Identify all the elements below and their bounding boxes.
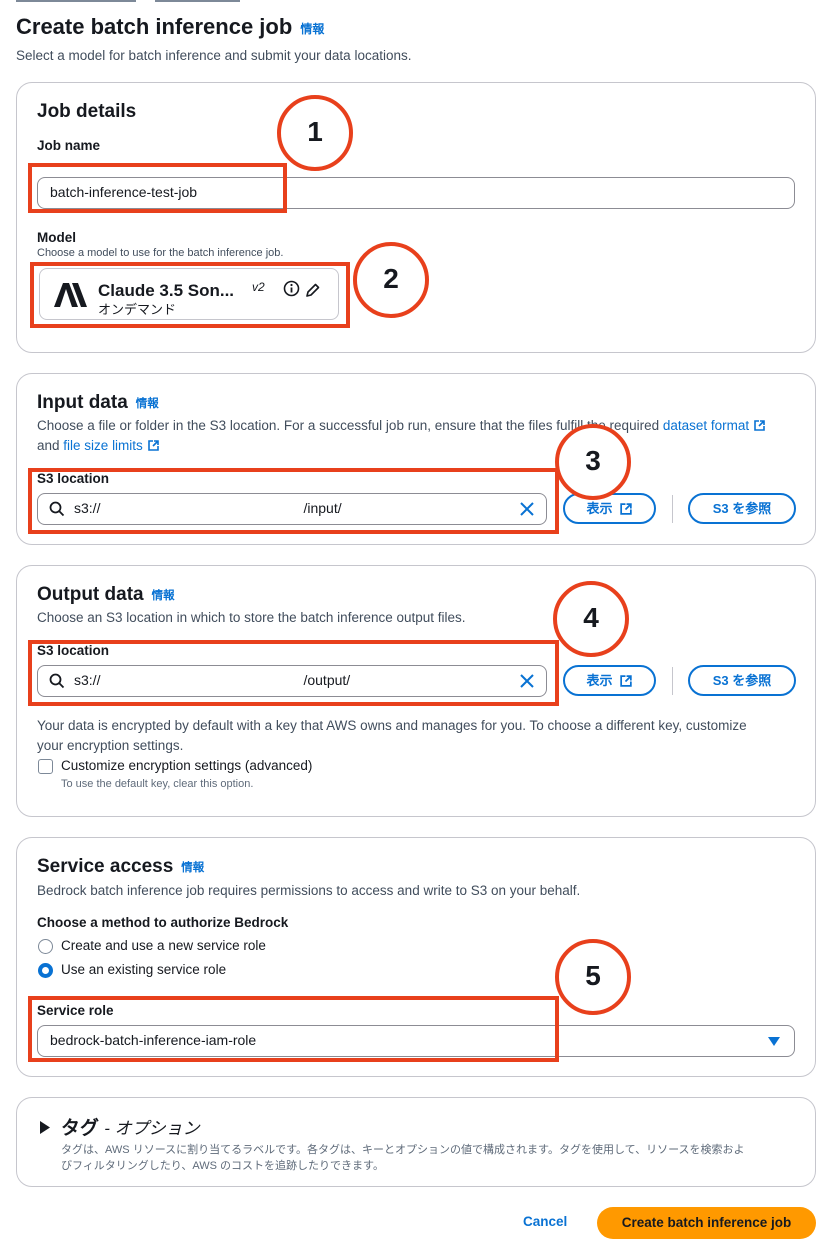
external-link-icon — [754, 420, 765, 431]
model-mode: オンデマンド — [98, 302, 177, 317]
output-data-title: Output data 情報 — [37, 584, 175, 606]
model-label: Model — [37, 230, 76, 245]
service-role-select[interactable]: bedrock-batch-inference-iam-role — [37, 1025, 795, 1057]
customize-encryption-label[interactable]: Customize encryption settings (advanced) — [61, 758, 312, 773]
tags-card: タグ - オプション タグは、AWS リソースに割り当てるラベルです。各タグは、… — [16, 1097, 816, 1187]
model-name: Claude 3.5 Son... — [98, 281, 235, 300]
divider — [672, 495, 673, 523]
info-link[interactable]: 情報 — [152, 590, 175, 602]
annotation-circle-1: 1 — [277, 95, 353, 171]
external-link-icon — [619, 503, 632, 515]
anthropic-logo-icon — [54, 283, 87, 307]
input-s3-suffix: /input/ — [303, 500, 342, 516]
input-data-card: Input data 情報 Choose a file or folder in … — [16, 373, 816, 545]
customize-encryption-hint: To use the default key, clear this optio… — [61, 778, 254, 790]
input-browse-s3-button[interactable]: S3 を参照 — [688, 493, 796, 524]
annotation-circle-3: 3 — [555, 424, 631, 500]
output-data-card: Output data 情報 Choose an S3 location in w… — [16, 565, 816, 817]
search-icon — [49, 501, 65, 517]
breadcrumb-link[interactable] — [16, 0, 136, 2]
output-view-button[interactable]: 表示 — [563, 665, 656, 696]
service-role-label: Service role — [37, 1003, 114, 1018]
output-s3-suffix: /output/ — [303, 672, 351, 688]
create-batch-inference-job-button[interactable]: Create batch inference job — [597, 1207, 816, 1239]
edit-pencil-icon[interactable] — [304, 282, 321, 299]
service-access-description: Bedrock batch inference job requires per… — [37, 883, 581, 898]
output-s3-prefix: s3:// — [74, 672, 101, 688]
input-data-description: Choose a file or folder in the S3 locati… — [37, 416, 777, 456]
annotation-circle-4: 4 — [553, 581, 629, 657]
caret-down-icon — [768, 1037, 780, 1046]
caret-right-icon — [40, 1121, 50, 1134]
cancel-button[interactable]: Cancel — [523, 1214, 567, 1229]
external-link-icon — [619, 675, 632, 687]
job-name-label: Job name — [37, 138, 101, 153]
tags-title: タグ — [61, 1118, 100, 1139]
view-button-label: 表示 — [586, 501, 613, 516]
service-access-title-text: Service access — [37, 856, 174, 877]
customize-encryption-checkbox[interactable] — [38, 759, 53, 774]
tags-optional: - オプション — [104, 1119, 200, 1138]
breadcrumb-link[interactable] — [155, 0, 240, 2]
input-s3-location-label: S3 location — [37, 471, 110, 486]
model-selector-card[interactable]: Claude 3.5 Son... v2 オンデマンド — [39, 268, 339, 320]
view-button-label: 表示 — [586, 673, 613, 688]
input-data-title: Input data 情報 — [37, 392, 159, 414]
search-icon — [49, 673, 65, 689]
tags-description-line-2: びフィルタリングしたり、AWS のコストを追跡したりできます。 — [61, 1160, 384, 1172]
output-s3-location-label: S3 location — [37, 643, 110, 658]
tags-expander[interactable]: タグ - オプション — [39, 1113, 200, 1140]
job-name-input[interactable]: batch-inference-test-job — [37, 177, 795, 209]
option-new-service-role-label[interactable]: Create and use a new service role — [61, 938, 266, 953]
divider — [672, 667, 673, 695]
clear-x-icon[interactable] — [518, 672, 536, 690]
input-view-button[interactable]: 表示 — [563, 493, 656, 524]
and-text: and — [37, 438, 60, 453]
output-s3-location-input[interactable]: s3:// /output/ — [37, 665, 547, 697]
input-s3-prefix: s3:// — [74, 500, 101, 516]
job-details-title: Job details — [37, 101, 137, 122]
clear-x-icon[interactable] — [518, 500, 536, 518]
info-link[interactable]: 情報 — [300, 22, 324, 36]
service-access-card: Service access 情報 Bedrock batch inference… — [16, 837, 816, 1077]
annotation-circle-2: 2 — [353, 242, 429, 318]
external-link-icon — [148, 440, 159, 451]
model-description: Choose a model to use for the batch infe… — [37, 247, 284, 259]
service-role-value: bedrock-batch-inference-iam-role — [50, 1032, 257, 1048]
encryption-text-line-2: your encryption settings. — [37, 738, 184, 753]
output-data-description: Choose an S3 location in which to store … — [37, 610, 466, 625]
page-description: Select a model for batch inference and s… — [16, 48, 412, 63]
tags-description-line-1: タグは、AWS リソースに割り当てるラベルです。各タグは、キーとオプションの値で… — [61, 1144, 745, 1156]
info-link[interactable]: 情報 — [181, 862, 204, 874]
file-size-limits-link[interactable]: file size limits — [63, 438, 160, 453]
input-description-text: Choose a file or folder in the S3 locati… — [37, 418, 660, 433]
input-s3-location-input[interactable]: s3:// /input/ — [37, 493, 547, 525]
output-browse-s3-button[interactable]: S3 を参照 — [688, 665, 796, 696]
file-size-limits-link-text: file size limits — [63, 438, 143, 453]
info-link[interactable]: 情報 — [136, 398, 159, 410]
page-title: Create batch inference job 情報 — [16, 14, 324, 40]
model-version: v2 — [252, 280, 265, 294]
encryption-text-line-1: Your data is encrypted by default with a… — [37, 718, 747, 733]
annotation-circle-5: 5 — [555, 939, 631, 1015]
input-data-title-text: Input data — [37, 392, 128, 413]
dataset-format-link-text: dataset format — [662, 418, 750, 433]
authorize-method-label: Choose a method to authorize Bedrock — [37, 915, 289, 930]
service-access-title: Service access 情報 — [37, 856, 204, 878]
option-existing-service-role-label[interactable]: Use an existing service role — [61, 962, 226, 977]
job-details-card: Job details Job name batch-inference-tes… — [16, 82, 816, 353]
output-data-title-text: Output data — [37, 584, 144, 605]
page-title-text: Create batch inference job — [16, 14, 293, 39]
info-circle-icon[interactable] — [283, 280, 300, 297]
dataset-format-link[interactable]: dataset format — [663, 418, 766, 433]
radio-new-service-role[interactable] — [38, 939, 53, 954]
radio-existing-service-role[interactable] — [38, 963, 53, 978]
